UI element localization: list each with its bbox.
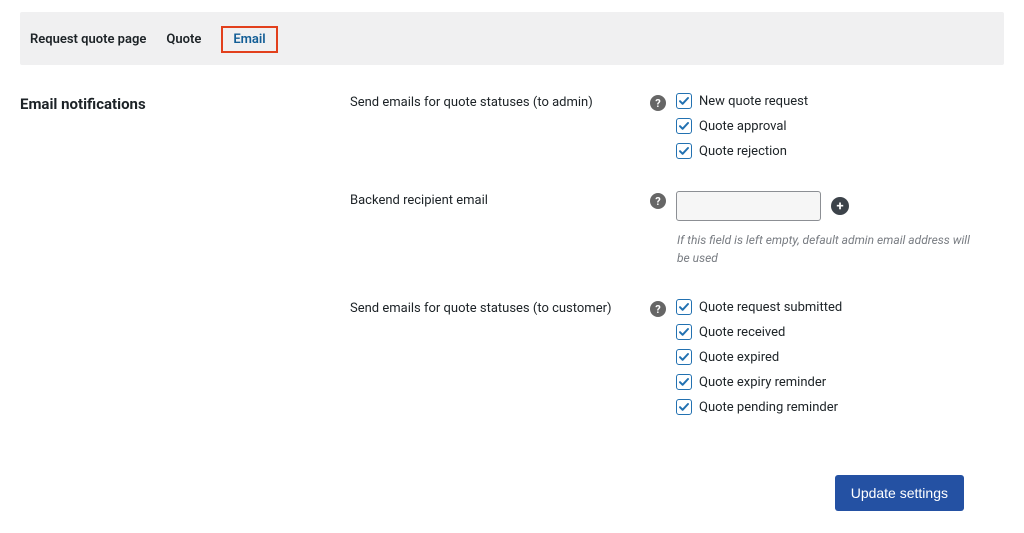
checkbox-list: Quote request submitted Quote received Q… [676,299,842,415]
field-label: Backend recipient email [350,191,650,208]
checkbox-label: Quote approval [699,119,787,134]
checkbox-icon[interactable] [676,374,692,390]
checkbox-label: Quote request submitted [699,300,842,315]
checkbox-label: Quote expired [699,350,779,365]
field-hint: If this field is left empty, default adm… [677,231,977,267]
field-label: Send emails for quote statuses (to admin… [350,93,650,110]
tab-email[interactable]: Email [221,26,277,53]
field-label: Send emails for quote statuses (to custo… [350,299,650,316]
section-title: Email notifications [20,93,350,113]
tab-bar: Request quote page Quote Email [20,12,1004,65]
add-recipient-icon[interactable]: + [831,197,849,215]
help-icon[interactable]: ? [650,95,666,111]
checkbox-icon[interactable] [676,299,692,315]
checkbox-label: Quote expiry reminder [699,375,826,390]
checkbox-label: Quote rejection [699,144,787,159]
checkbox-quote-rejection[interactable]: Quote rejection [676,143,808,159]
checkbox-icon[interactable] [676,93,692,109]
checkbox-quote-request-submitted[interactable]: Quote request submitted [676,299,842,315]
checkbox-quote-pending-reminder[interactable]: Quote pending reminder [676,399,842,415]
checkbox-icon[interactable] [676,324,692,340]
checkbox-label: Quote pending reminder [699,400,838,415]
checkbox-quote-expired[interactable]: Quote expired [676,349,842,365]
field-backend-email: Backend recipient email ? + If this fiel… [350,191,1004,267]
checkbox-quote-expiry-reminder[interactable]: Quote expiry reminder [676,374,842,390]
checkbox-icon[interactable] [676,399,692,415]
tab-request-quote-page[interactable]: Request quote page [30,32,146,47]
tab-quote[interactable]: Quote [166,32,201,47]
checkbox-new-quote-request[interactable]: New quote request [676,93,808,109]
settings-content: Email notifications Send emails for quot… [0,65,1024,445]
field-customer-statuses: Send emails for quote statuses (to custo… [350,299,1004,415]
field-admin-statuses: Send emails for quote statuses (to admin… [350,93,1004,159]
checkbox-quote-approval[interactable]: Quote approval [676,118,808,134]
checkbox-label: Quote received [699,325,785,340]
backend-email-input[interactable] [676,191,821,221]
help-icon[interactable]: ? [650,301,666,317]
footer: Update settings [0,445,1024,531]
checkbox-label: New quote request [699,94,808,109]
checkbox-icon[interactable] [676,143,692,159]
help-icon[interactable]: ? [650,193,666,209]
checkbox-icon[interactable] [676,349,692,365]
update-settings-button[interactable]: Update settings [835,475,964,511]
checkbox-quote-received[interactable]: Quote received [676,324,842,340]
checkbox-icon[interactable] [676,118,692,134]
checkbox-list: New quote request Quote approval Quote r… [676,93,808,159]
